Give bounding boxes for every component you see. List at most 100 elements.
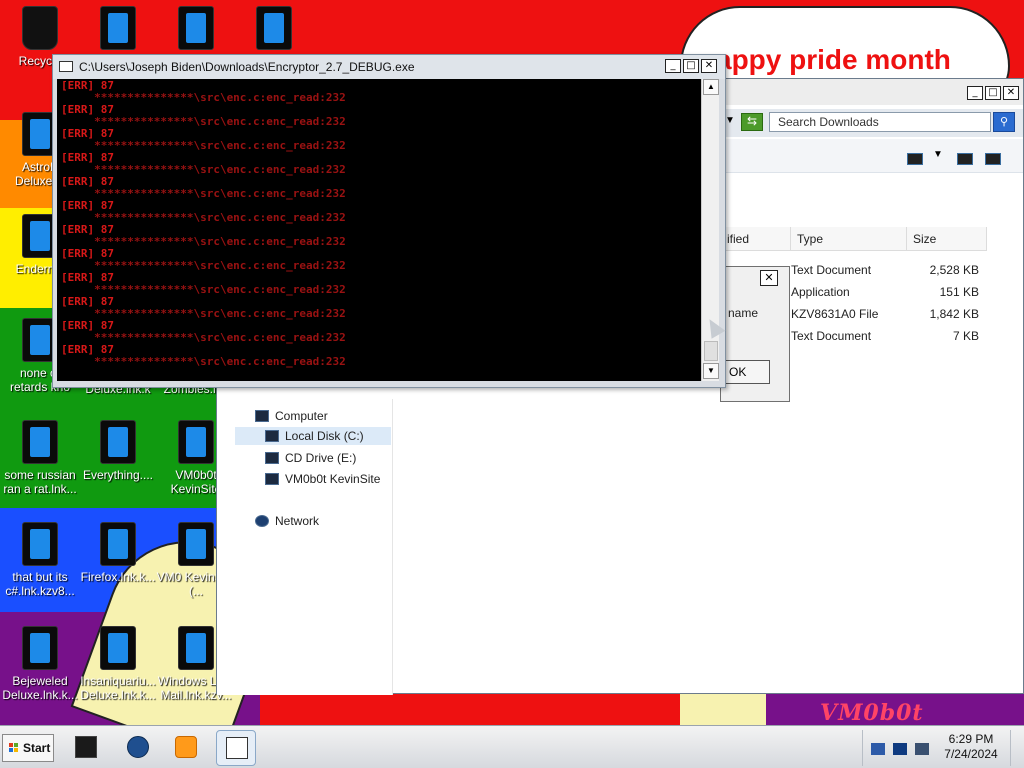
nav-item-computer[interactable]: Computer — [255, 407, 328, 425]
desktop-icon-label: Insaniquariu... Deluxe.lnk.k... — [80, 674, 156, 702]
console-app-icon — [59, 61, 73, 72]
file-row[interactable]: Application 151 KB — [791, 281, 991, 303]
desktop-icon-insaniquarium[interactable]: Insaniquariu... Deluxe.lnk.k... — [78, 626, 158, 702]
refresh-button[interactable]: ⇆ — [741, 113, 763, 131]
recycle-bin-icon — [22, 6, 58, 50]
column-header-size[interactable]: Size — [907, 227, 987, 251]
volume-icon[interactable] — [915, 743, 929, 755]
file-size: 7 KB — [952, 329, 979, 343]
network-icon — [255, 515, 269, 527]
minimize-button[interactable]: _ — [665, 59, 681, 73]
system-tray — [862, 730, 938, 766]
dialog-ok-button[interactable]: OK — [722, 360, 770, 384]
shortcut-icon — [100, 6, 136, 50]
desktop-icon-some-russian[interactable]: some russian ran a rat.lnk... — [0, 420, 80, 496]
console-source-line: ***************\src\enc.c:enc_read:232 — [61, 283, 346, 296]
taskbar-clock[interactable]: 6:29 PM 7/24/2024 — [936, 732, 1006, 762]
desktop-icon-firefox[interactable]: Firefox.lnk.k... — [78, 522, 158, 584]
console-output[interactable]: [ERR] 87 ***************\src\enc.c:enc_r… — [57, 79, 701, 381]
desktop-icon-shortcut[interactable] — [78, 6, 158, 54]
desktop-icon-everything[interactable]: Everything.... — [78, 420, 158, 482]
hard-drive-icon — [265, 430, 279, 442]
media-player-icon — [175, 736, 197, 758]
file-type: Text Document — [791, 263, 872, 277]
console-source-line: ***************\src\enc.c:enc_read:232 — [61, 259, 346, 272]
taskbar-pinned-app[interactable] — [66, 730, 106, 766]
nav-item-label: Local Disk (C:) — [285, 429, 364, 443]
file-size: 1,842 KB — [929, 307, 979, 321]
wallpaper-graffiti: VM0b0t — [820, 700, 924, 725]
console-window-controls: _ □ ✕ — [665, 59, 717, 73]
console-app-icon — [226, 737, 248, 759]
shortcut-icon — [100, 522, 136, 566]
console-source-line: ***************\src\enc.c:enc_read:232 — [61, 163, 346, 176]
column-header-type[interactable]: Type — [791, 227, 907, 251]
shortcut-icon — [178, 6, 214, 50]
cd-drive-icon — [265, 452, 279, 464]
shortcut-icon — [22, 420, 58, 464]
console-source-line: ***************\src\enc.c:enc_read:232 — [61, 139, 346, 152]
scrollbar-thumb[interactable] — [704, 341, 718, 361]
show-desktop-button[interactable] — [1010, 730, 1020, 766]
file-row[interactable]: Text Document 7 KB — [791, 325, 991, 347]
search-input[interactable]: Search Downloads — [769, 112, 991, 132]
console-source-line: ***************\src\enc.c:enc_read:232 — [61, 331, 346, 344]
maximize-button[interactable]: □ — [683, 59, 699, 73]
file-row[interactable]: KZV8631A0 File 1,842 KB — [791, 303, 991, 325]
minimize-button[interactable]: _ — [967, 86, 983, 100]
wallpaper-banner-text: appy pride month — [716, 44, 951, 75]
console-titlebar[interactable]: C:\Users\Joseph Biden\Downloads\Encrypto… — [53, 55, 725, 79]
shortcut-icon — [178, 420, 214, 464]
console-source-line: ***************\src\enc.c:enc_read:232 — [61, 211, 346, 224]
preview-pane-icon[interactable] — [957, 153, 973, 165]
desktop-icon-shortcut[interactable] — [234, 6, 314, 54]
chevron-down-icon[interactable]: ▼ — [725, 115, 735, 126]
view-options-icon[interactable] — [907, 153, 923, 165]
shortcut-icon — [178, 626, 214, 670]
column-header-modified[interactable]: ified — [721, 227, 791, 251]
globe-icon — [127, 736, 149, 758]
dialog-name-label: name — [728, 306, 759, 320]
scroll-up-arrow-icon[interactable]: ▲ — [703, 79, 719, 95]
chevron-down-icon[interactable]: ▼ — [933, 149, 943, 160]
help-icon[interactable] — [985, 153, 1001, 165]
computer-icon — [255, 410, 269, 422]
action-center-icon[interactable] — [871, 743, 885, 755]
desktop-icon-label: that but its c#.lnk.kzv8... — [5, 570, 75, 598]
desktop-icon-shortcut[interactable] — [156, 6, 236, 54]
console-source-line: ***************\src\enc.c:enc_read:232 — [61, 115, 346, 128]
nav-item-label: CD Drive (E:) — [285, 451, 357, 465]
console-source-line: ***************\src\enc.c:enc_read:232 — [61, 91, 346, 104]
console-window[interactable]: C:\Users\Joseph Biden\Downloads\Encrypto… — [52, 54, 726, 388]
close-button[interactable]: ✕ — [701, 59, 717, 73]
taskbar-active-console[interactable] — [216, 730, 256, 766]
start-label: Start — [23, 741, 51, 755]
desktop-icon-that-but-csharp[interactable]: that but its c#.lnk.kzv8... — [0, 522, 80, 598]
close-button[interactable]: ✕ — [1003, 86, 1019, 100]
desktop-icon-bejeweled[interactable]: Bejeweled Deluxe.lnk.k... — [0, 626, 80, 702]
windows-logo-icon — [9, 743, 19, 753]
desktop-icon-label: Firefox.lnk.k... — [80, 570, 156, 584]
search-icon[interactable]: ⚲ — [993, 112, 1015, 132]
file-row[interactable]: Text Document 2,528 KB — [791, 259, 991, 281]
desktop-icon-label: some russian ran a rat.lnk... — [3, 468, 77, 496]
shortcut-icon — [100, 420, 136, 464]
file-type: Application — [791, 285, 850, 299]
nav-item-local-disk[interactable]: Local Disk (C:) — [235, 427, 391, 445]
file-size: 151 KB — [939, 285, 979, 299]
console-source-line: ***************\src\enc.c:enc_read:232 — [61, 307, 346, 320]
file-size: 2,528 KB — [929, 263, 979, 277]
navigation-pane: Computer Local Disk (C:) CD Drive (E:) V… — [217, 399, 393, 695]
nav-item-cd-drive[interactable]: CD Drive (E:) — [265, 449, 356, 467]
console-source-line: ***************\src\enc.c:enc_read:232 — [61, 187, 346, 200]
taskbar: Start 6:29 PM 7/24/2024 — [0, 725, 1024, 768]
dialog-close-button[interactable]: ✕ — [760, 270, 778, 286]
network-icon[interactable] — [893, 743, 907, 755]
start-button[interactable]: Start — [2, 734, 54, 762]
maximize-button[interactable]: □ — [985, 86, 1001, 100]
taskbar-pinned-browser[interactable] — [118, 730, 158, 766]
taskbar-pinned-media-player[interactable] — [166, 730, 206, 766]
nav-item-network[interactable]: Network — [255, 512, 319, 530]
nav-item-vm-site[interactable]: VM0b0t KevinSite — [265, 470, 380, 488]
scroll-down-arrow-icon[interactable]: ▼ — [703, 363, 719, 379]
